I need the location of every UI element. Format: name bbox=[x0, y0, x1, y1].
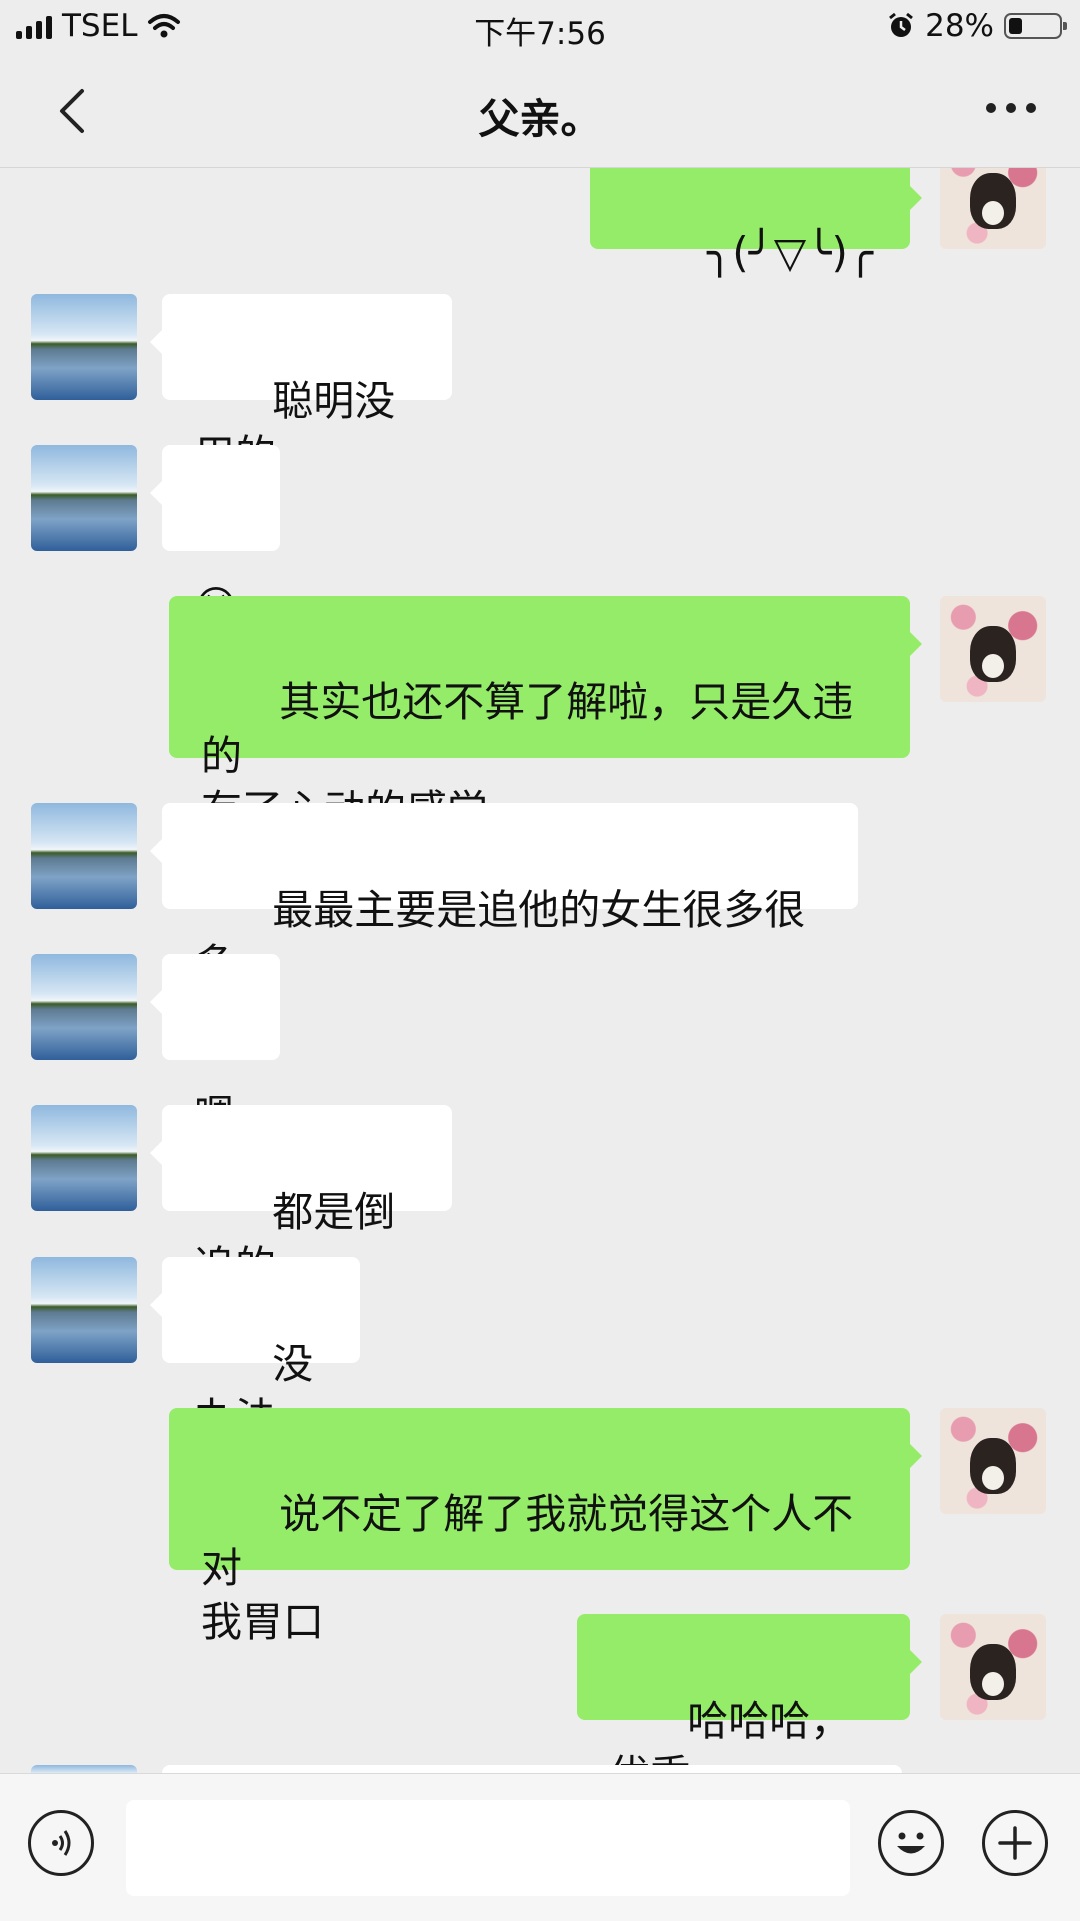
message-bubble-outgoing[interactable]: 说不定了解了我就觉得这个人不对 我胃口 bbox=[169, 1408, 922, 1646]
contact-avatar[interactable] bbox=[31, 294, 137, 400]
message-list[interactable]: ╮(╯▽╰)╭ 聪明没用的 😭 其实也还不算了解啦，只是久违的 有了心动的感觉 … bbox=[0, 0, 1080, 1920]
status-bar: TSEL 下午7:56 28% bbox=[0, 0, 1080, 55]
my-avatar[interactable] bbox=[940, 596, 1046, 702]
input-bar bbox=[0, 1773, 1080, 1921]
more-dots-icon[interactable] bbox=[986, 103, 1036, 113]
message-bubble-incoming[interactable]: 😭 bbox=[150, 445, 280, 630]
contact-avatar[interactable] bbox=[31, 954, 137, 1060]
message-bubble-outgoing[interactable]: 其实也还不算了解啦，只是久违的 有了心动的感觉 bbox=[169, 596, 922, 834]
plus-icon[interactable] bbox=[982, 1810, 1048, 1876]
my-avatar[interactable] bbox=[940, 1408, 1046, 1514]
battery-percent: 28% bbox=[925, 8, 994, 44]
emoji-icon[interactable] bbox=[878, 1810, 944, 1876]
message-bubble-incoming[interactable]: 都是倒追的 bbox=[150, 1105, 452, 1290]
battery-icon bbox=[1004, 13, 1067, 39]
contact-avatar[interactable] bbox=[31, 1257, 137, 1363]
message-text: 最最主要是追他的女生很多很多 bbox=[194, 886, 806, 988]
message-input[interactable] bbox=[126, 1800, 850, 1896]
chat-header: 父亲。 bbox=[0, 55, 1080, 168]
my-avatar[interactable] bbox=[940, 1614, 1046, 1720]
message-bubble-incoming[interactable]: 最最主要是追他的女生很多很多 bbox=[150, 803, 858, 988]
message-bubble-outgoing[interactable]: 哈哈哈，优秀 bbox=[577, 1614, 922, 1799]
message-bubble-incoming[interactable]: 聪明没用的 bbox=[150, 294, 452, 479]
voice-icon[interactable] bbox=[28, 1810, 94, 1876]
chat-title: 父亲。 bbox=[478, 95, 602, 143]
contact-avatar[interactable] bbox=[31, 1105, 137, 1211]
alarm-icon bbox=[889, 12, 914, 37]
contact-avatar[interactable] bbox=[31, 445, 137, 551]
message-text: ╮(╯▽╰)╭ bbox=[706, 228, 874, 277]
message-bubble-incoming[interactable]: 嗯 bbox=[150, 954, 280, 1139]
message-bubble-incoming[interactable]: 没办法 bbox=[150, 1257, 360, 1442]
contact-avatar[interactable] bbox=[31, 803, 137, 909]
